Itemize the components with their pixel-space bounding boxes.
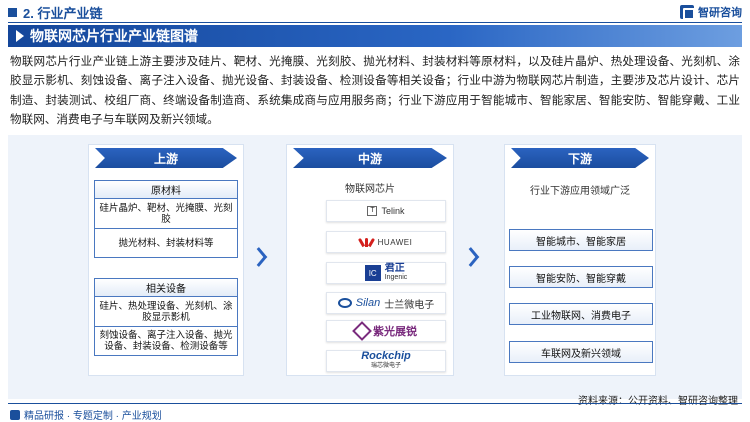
- downstream-item: 智能城市、智能家居: [509, 229, 653, 251]
- company-logo-silan: Silan 士兰微电子: [326, 292, 446, 314]
- banner-arrow-icon: [16, 30, 24, 42]
- chevron-right-icon: [475, 246, 489, 268]
- company-logo-ingenic: IC 君正 Ingenic: [326, 262, 446, 284]
- raw-materials-item: 抛光材料、封装材料等: [118, 237, 214, 249]
- footer-tagline: 精品研报 · 专题定制 · 产业规划: [10, 407, 162, 422]
- downstream-header: 下游: [511, 148, 649, 168]
- company-logo-unisoc: 紫光展锐: [326, 320, 446, 342]
- downstream-item: 车联网及新兴领域: [509, 341, 653, 363]
- telink-logo-icon: T: [367, 206, 378, 216]
- header-divider: [8, 22, 742, 23]
- unisoc-logo-icon: [352, 321, 372, 341]
- chevron-right-icon: [263, 246, 277, 268]
- description-paragraph: 物联网芯片行业产业链上游主要涉及硅片、靶材、光掩膜、光刻胶、抛光材料、封装材料等…: [10, 55, 740, 126]
- source-note: 资料来源：公开资料、智研咨询整理: [578, 396, 738, 407]
- raw-materials-box: 原材料 硅片晶炉、靶材、光掩膜、光刻胶 抛光材料、封装材料等: [94, 180, 238, 258]
- company-name: HUAWEI: [377, 237, 413, 247]
- downstream-item: 智能安防、智能穿戴: [509, 266, 653, 288]
- brand-name: 智研咨询: [698, 7, 742, 19]
- equipment-title: 相关设备: [95, 279, 237, 297]
- huawei-logo-icon: [357, 237, 375, 248]
- section-label: 2. 行业产业链: [23, 5, 103, 21]
- title-banner: 物联网芯片行业产业链图谱: [8, 25, 742, 47]
- equipment-box: 相关设备 硅片、热处理设备、光刻机、涂胶显示影机 刻蚀设备、离子注入设备、抛光设…: [94, 278, 238, 356]
- raw-materials-title: 原材料: [95, 181, 237, 199]
- ingenic-logo-icon: IC: [364, 265, 381, 281]
- company-logo-telink: T Telink: [326, 200, 446, 222]
- brand: 智研咨询: [680, 3, 742, 21]
- company-subname: Ingenic: [384, 274, 408, 281]
- page-title: 物联网芯片行业产业链图谱: [30, 28, 198, 44]
- section-square-icon: [8, 7, 17, 17]
- company-name: 紫光展锐: [373, 326, 417, 338]
- equipment-item: 刻蚀设备、离子注入设备、抛光设备、封装设备、检测设备等: [99, 330, 233, 352]
- equipment-item: 硅片、热处理设备、光刻机、涂胶显示影机: [95, 297, 237, 327]
- company-cn-name: 士兰微电子: [384, 299, 435, 311]
- raw-materials-item: 硅片晶炉、靶材、光掩膜、光刻胶: [95, 199, 237, 229]
- footer-text: 精品研报 · 专题定制 · 产业规划: [24, 411, 162, 422]
- company-name: Telink: [381, 206, 405, 216]
- downstream-caption: 行业下游应用领域广泛: [530, 186, 630, 197]
- midstream-caption: 物联网芯片: [345, 184, 395, 195]
- downstream-item: 工业物联网、消费电子: [509, 303, 653, 325]
- report-icon: [10, 409, 20, 420]
- footer-divider: [8, 403, 742, 404]
- company-logo-huawei: HUAWEI: [326, 231, 446, 253]
- company-name: 君正: [384, 263, 405, 274]
- upstream-header: 上游: [95, 148, 237, 168]
- section-header: 2. 行业产业链: [8, 3, 102, 21]
- company-logo-rockchip: Rockchip 瑞芯微电子: [326, 350, 446, 372]
- company-cn-name: 瑞芯微电子: [370, 363, 401, 369]
- company-name: Rockchip: [361, 350, 411, 362]
- company-name: Silan: [355, 297, 381, 309]
- brand-logo-icon: [680, 5, 695, 20]
- midstream-header: 中游: [293, 148, 447, 168]
- silan-logo-icon: [337, 298, 352, 308]
